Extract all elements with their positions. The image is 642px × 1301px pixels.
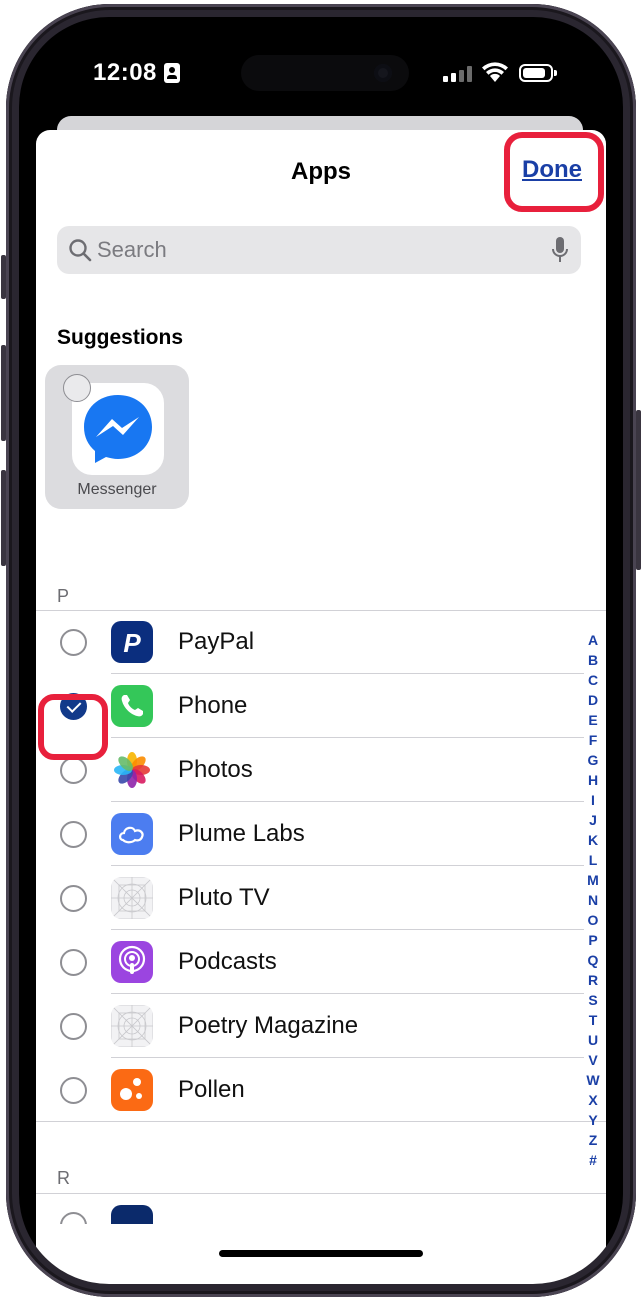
cellular-signal-icon <box>443 66 473 82</box>
plume-labs-icon <box>111 813 153 855</box>
index-letter[interactable]: R <box>584 970 602 990</box>
pollen-icon <box>111 1069 153 1111</box>
select-radio[interactable] <box>60 885 87 912</box>
index-letter[interactable]: S <box>584 990 602 1010</box>
contact-card-icon <box>164 63 180 83</box>
wifi-icon <box>482 62 508 82</box>
select-radio[interactable] <box>60 1212 87 1224</box>
podcasts-icon <box>111 941 153 983</box>
volume-up-button <box>1 345 6 441</box>
search-input[interactable] <box>97 234 537 266</box>
index-letter[interactable]: Z <box>584 1130 602 1150</box>
index-letter[interactable]: E <box>584 710 602 730</box>
index-letter[interactable]: F <box>584 730 602 750</box>
search-bar[interactable] <box>57 226 581 274</box>
sheet-title: Apps <box>291 158 351 185</box>
microphone-icon[interactable] <box>551 236 569 264</box>
app-row-plume-labs[interactable]: Plume Labs <box>36 802 606 866</box>
select-radio[interactable] <box>60 1013 87 1040</box>
app-row-poetry-magazine[interactable]: Poetry Magazine <box>36 994 606 1058</box>
status-time: 12:08 <box>93 59 157 86</box>
index-letter[interactable]: D <box>584 690 602 710</box>
select-radio[interactable] <box>60 757 87 784</box>
search-icon <box>69 239 92 262</box>
row-divider <box>36 1121 606 1122</box>
index-letter[interactable]: H <box>584 770 602 790</box>
app-row-pollen[interactable]: Pollen <box>36 1058 606 1122</box>
suggestion-select-radio[interactable] <box>63 374 91 402</box>
done-button[interactable]: Done <box>522 156 582 184</box>
app-name: Poetry Magazine <box>178 1012 359 1039</box>
app-name: Photos <box>178 756 253 783</box>
index-letter[interactable]: G <box>584 750 602 770</box>
index-letter[interactable]: L <box>584 850 602 870</box>
app-name: Pollen <box>178 1076 245 1103</box>
select-radio[interactable] <box>60 821 87 848</box>
app-row-pluto-tv[interactable]: Pluto TV <box>36 866 606 930</box>
suggestion-label: Messenger <box>77 481 157 498</box>
index-letter[interactable]: I <box>584 790 602 810</box>
battery-icon <box>519 64 557 82</box>
app-name: Podcasts <box>178 948 277 975</box>
app-row-podcasts[interactable]: Podcasts <box>36 930 606 994</box>
index-letter[interactable]: M <box>584 870 602 890</box>
camera-icon <box>374 64 392 82</box>
action-button <box>1 255 6 299</box>
index-letter[interactable]: O <box>584 910 602 930</box>
index-letter[interactable]: Q <box>584 950 602 970</box>
placeholder-app-icon <box>111 1005 153 1047</box>
apps-sheet: Apps Done Suggestions M <box>36 130 606 1284</box>
select-radio-checked[interactable] <box>60 693 87 720</box>
index-letter[interactable]: X <box>584 1090 602 1110</box>
app-icon-partial <box>111 1205 153 1224</box>
volume-down-button <box>1 470 6 566</box>
svg-text:P: P <box>123 628 141 658</box>
app-row-partial[interactable] <box>36 1194 606 1224</box>
index-letter[interactable]: A <box>584 630 602 650</box>
section-letter-r: R <box>57 1168 70 1188</box>
app-row-paypal[interactable]: P PayPal <box>36 610 606 674</box>
index-letter[interactable]: J <box>584 810 602 830</box>
index-letter[interactable]: Y <box>584 1110 602 1130</box>
index-letter[interactable]: # <box>584 1150 602 1170</box>
home-indicator[interactable] <box>219 1250 423 1257</box>
placeholder-app-icon <box>111 877 153 919</box>
photos-icon <box>111 749 153 791</box>
index-letter[interactable]: N <box>584 890 602 910</box>
index-letter[interactable]: U <box>584 1030 602 1050</box>
phone-icon <box>111 685 153 727</box>
messenger-icon <box>84 395 152 463</box>
index-letter[interactable]: T <box>584 1010 602 1030</box>
index-letter[interactable]: P <box>584 930 602 950</box>
index-letter[interactable]: B <box>584 650 602 670</box>
select-radio[interactable] <box>60 1077 87 1104</box>
app-row-phone[interactable]: Phone <box>36 674 606 738</box>
index-letter[interactable]: C <box>584 670 602 690</box>
section-letter-p: P <box>57 586 70 606</box>
select-radio[interactable] <box>60 629 87 656</box>
select-radio[interactable] <box>60 949 87 976</box>
alphabet-index[interactable]: A B C D E F G H I J K L M N O P Q R S T U V W X Y Z # <box>584 630 602 1170</box>
app-name: PayPal <box>178 628 255 655</box>
app-name: Phone <box>178 692 248 719</box>
app-name: Plume Labs <box>178 820 305 847</box>
suggestions-heading: Suggestions <box>57 326 184 349</box>
suggestion-messenger[interactable]: Messenger <box>45 365 189 509</box>
index-letter[interactable]: K <box>584 830 602 850</box>
index-letter[interactable]: V <box>584 1050 602 1070</box>
power-button <box>636 410 641 570</box>
paypal-icon: P <box>111 621 153 663</box>
app-name: Pluto TV <box>178 884 270 911</box>
app-row-photos[interactable]: Photos <box>36 738 606 802</box>
screen: 12:08 Apps Done Suggestions <box>19 17 623 1284</box>
index-letter[interactable]: W <box>584 1070 602 1090</box>
